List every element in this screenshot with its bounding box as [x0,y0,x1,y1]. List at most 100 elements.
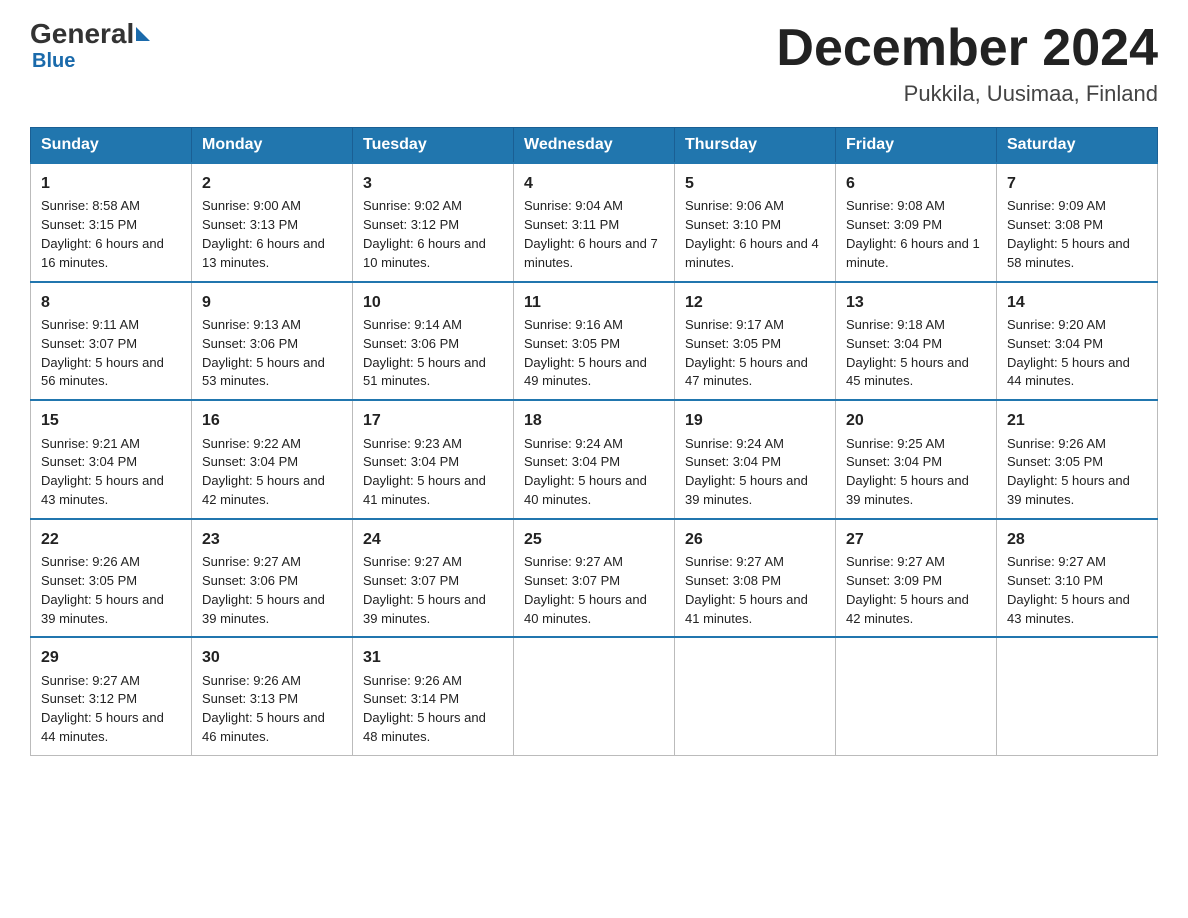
day-daylight: Daylight: 6 hours and 10 minutes. [363,235,503,273]
week-row-1: 1 Sunrise: 8:58 AM Sunset: 3:15 PM Dayli… [31,163,1158,282]
day-sunset: Sunset: 3:10 PM [685,216,825,235]
empty-cell [836,637,997,755]
day-number: 5 [685,172,825,195]
day-number: 14 [1007,291,1147,314]
empty-cell [514,637,675,755]
day-daylight: Daylight: 5 hours and 42 minutes. [846,591,986,629]
day-number: 8 [41,291,181,314]
month-title: December 2024 [776,20,1158,77]
day-number: 15 [41,409,181,432]
day-daylight: Daylight: 6 hours and 16 minutes. [41,235,181,273]
day-sunset: Sunset: 3:13 PM [202,690,342,709]
day-number: 11 [524,291,664,314]
day-sunset: Sunset: 3:05 PM [41,572,181,591]
day-sunset: Sunset: 3:05 PM [1007,453,1147,472]
day-cell-17: 17 Sunrise: 9:23 AM Sunset: 3:04 PM Dayl… [353,400,514,519]
day-number: 28 [1007,528,1147,551]
day-sunrise: Sunrise: 9:22 AM [202,435,342,454]
day-sunrise: Sunrise: 9:27 AM [846,553,986,572]
day-number: 7 [1007,172,1147,195]
day-number: 22 [41,528,181,551]
day-number: 3 [363,172,503,195]
day-daylight: Daylight: 5 hours and 56 minutes. [41,354,181,392]
logo-arrow-icon [136,27,150,41]
day-number: 2 [202,172,342,195]
day-cell-30: 30 Sunrise: 9:26 AM Sunset: 3:13 PM Dayl… [192,637,353,755]
day-cell-15: 15 Sunrise: 9:21 AM Sunset: 3:04 PM Dayl… [31,400,192,519]
week-row-4: 22 Sunrise: 9:26 AM Sunset: 3:05 PM Dayl… [31,519,1158,638]
day-daylight: Daylight: 5 hours and 39 minutes. [363,591,503,629]
day-sunset: Sunset: 3:15 PM [41,216,181,235]
day-cell-5: 5 Sunrise: 9:06 AM Sunset: 3:10 PM Dayli… [675,163,836,282]
day-sunrise: Sunrise: 9:27 AM [524,553,664,572]
day-cell-21: 21 Sunrise: 9:26 AM Sunset: 3:05 PM Dayl… [997,400,1158,519]
day-sunrise: Sunrise: 9:26 AM [202,672,342,691]
day-sunset: Sunset: 3:13 PM [202,216,342,235]
day-sunrise: Sunrise: 9:06 AM [685,197,825,216]
day-number: 6 [846,172,986,195]
day-header-saturday: Saturday [997,128,1158,164]
day-daylight: Daylight: 5 hours and 43 minutes. [1007,591,1147,629]
day-daylight: Daylight: 6 hours and 13 minutes. [202,235,342,273]
day-number: 25 [524,528,664,551]
day-sunset: Sunset: 3:09 PM [846,572,986,591]
day-daylight: Daylight: 5 hours and 51 minutes. [363,354,503,392]
day-sunrise: Sunrise: 9:27 AM [41,672,181,691]
day-sunset: Sunset: 3:06 PM [363,335,503,354]
logo-blue-text: Blue [32,50,75,73]
day-daylight: Daylight: 6 hours and 1 minute. [846,235,986,273]
day-sunset: Sunset: 3:04 PM [202,453,342,472]
day-sunset: Sunset: 3:12 PM [41,690,181,709]
day-number: 20 [846,409,986,432]
day-daylight: Daylight: 5 hours and 40 minutes. [524,591,664,629]
day-sunrise: Sunrise: 9:26 AM [41,553,181,572]
day-daylight: Daylight: 5 hours and 46 minutes. [202,709,342,747]
day-number: 29 [41,646,181,669]
day-daylight: Daylight: 5 hours and 39 minutes. [1007,472,1147,510]
day-number: 12 [685,291,825,314]
day-number: 13 [846,291,986,314]
day-header-friday: Friday [836,128,997,164]
day-sunset: Sunset: 3:04 PM [524,453,664,472]
day-cell-29: 29 Sunrise: 9:27 AM Sunset: 3:12 PM Dayl… [31,637,192,755]
day-cell-28: 28 Sunrise: 9:27 AM Sunset: 3:10 PM Dayl… [997,519,1158,638]
day-sunset: Sunset: 3:04 PM [1007,335,1147,354]
day-sunset: Sunset: 3:04 PM [41,453,181,472]
week-row-2: 8 Sunrise: 9:11 AM Sunset: 3:07 PM Dayli… [31,282,1158,401]
day-sunset: Sunset: 3:08 PM [685,572,825,591]
day-cell-25: 25 Sunrise: 9:27 AM Sunset: 3:07 PM Dayl… [514,519,675,638]
day-daylight: Daylight: 5 hours and 39 minutes. [846,472,986,510]
day-daylight: Daylight: 6 hours and 4 minutes. [685,235,825,273]
day-daylight: Daylight: 5 hours and 49 minutes. [524,354,664,392]
day-sunset: Sunset: 3:04 PM [846,335,986,354]
day-cell-6: 6 Sunrise: 9:08 AM Sunset: 3:09 PM Dayli… [836,163,997,282]
day-cell-1: 1 Sunrise: 8:58 AM Sunset: 3:15 PM Dayli… [31,163,192,282]
day-cell-3: 3 Sunrise: 9:02 AM Sunset: 3:12 PM Dayli… [353,163,514,282]
day-cell-14: 14 Sunrise: 9:20 AM Sunset: 3:04 PM Dayl… [997,282,1158,401]
day-cell-11: 11 Sunrise: 9:16 AM Sunset: 3:05 PM Dayl… [514,282,675,401]
day-cell-23: 23 Sunrise: 9:27 AM Sunset: 3:06 PM Dayl… [192,519,353,638]
empty-cell [997,637,1158,755]
day-cell-31: 31 Sunrise: 9:26 AM Sunset: 3:14 PM Dayl… [353,637,514,755]
day-cell-16: 16 Sunrise: 9:22 AM Sunset: 3:04 PM Dayl… [192,400,353,519]
calendar-table: SundayMondayTuesdayWednesdayThursdayFrid… [30,127,1158,756]
day-cell-20: 20 Sunrise: 9:25 AM Sunset: 3:04 PM Dayl… [836,400,997,519]
day-sunrise: Sunrise: 9:20 AM [1007,316,1147,335]
day-cell-2: 2 Sunrise: 9:00 AM Sunset: 3:13 PM Dayli… [192,163,353,282]
day-sunset: Sunset: 3:04 PM [846,453,986,472]
day-number: 16 [202,409,342,432]
day-sunset: Sunset: 3:04 PM [685,453,825,472]
day-daylight: Daylight: 5 hours and 58 minutes. [1007,235,1147,273]
day-daylight: Daylight: 5 hours and 53 minutes. [202,354,342,392]
empty-cell [675,637,836,755]
day-sunrise: Sunrise: 9:08 AM [846,197,986,216]
day-daylight: Daylight: 5 hours and 44 minutes. [41,709,181,747]
day-sunrise: Sunrise: 9:21 AM [41,435,181,454]
day-sunrise: Sunrise: 9:24 AM [685,435,825,454]
day-sunrise: Sunrise: 9:09 AM [1007,197,1147,216]
day-sunrise: Sunrise: 9:16 AM [524,316,664,335]
day-sunrise: Sunrise: 9:27 AM [1007,553,1147,572]
day-number: 10 [363,291,503,314]
title-block: December 2024 Pukkila, Uusimaa, Finland [776,20,1158,107]
day-number: 21 [1007,409,1147,432]
